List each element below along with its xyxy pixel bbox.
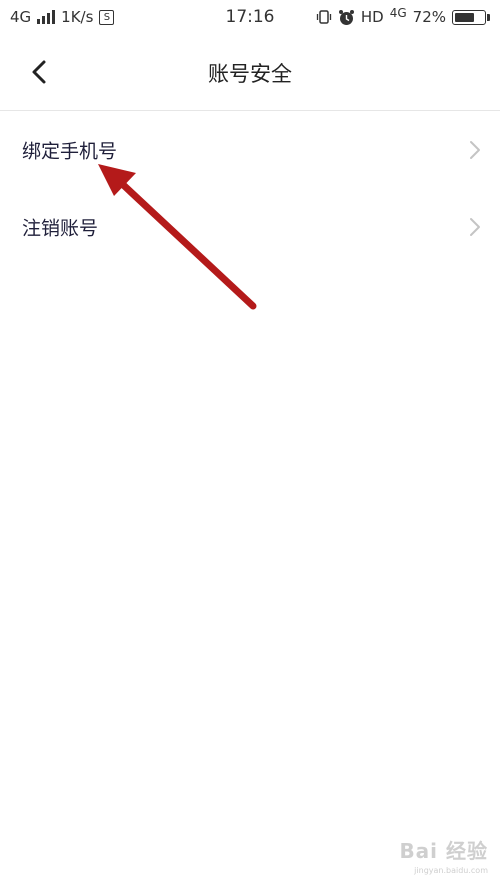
chevron-right-icon — [470, 140, 480, 159]
cancel-account-item[interactable]: 注销账号 — [0, 188, 500, 265]
network-type-right: 4G — [389, 6, 407, 20]
watermark-brand: Bai 经验 — [399, 839, 488, 863]
settings-list: 绑定手机号 注销账号 — [0, 111, 500, 265]
status-right: HD 4G 72% — [316, 6, 490, 26]
alarm-icon — [338, 9, 354, 25]
status-bar: 4G 1K/s S 17:16 HD 4G 72% — [0, 0, 500, 36]
vibrate-icon — [316, 10, 332, 24]
battery-icon — [452, 9, 490, 25]
chevron-right-icon — [470, 217, 480, 236]
hd-label: HD — [360, 8, 384, 26]
list-item-label: 注销账号 — [22, 217, 99, 239]
battery-percent: 72% — [412, 8, 446, 26]
list-item-label: 绑定手机号 — [22, 140, 118, 162]
bind-phone-item[interactable]: 绑定手机号 — [0, 111, 500, 188]
baidu-watermark: Bai 经验 jingyan.baidu.com — [399, 835, 488, 875]
nav-header: 账号安全 — [0, 36, 500, 111]
watermark-url: jingyan.baidu.com — [414, 866, 488, 875]
page-title: 账号安全 — [208, 62, 292, 86]
